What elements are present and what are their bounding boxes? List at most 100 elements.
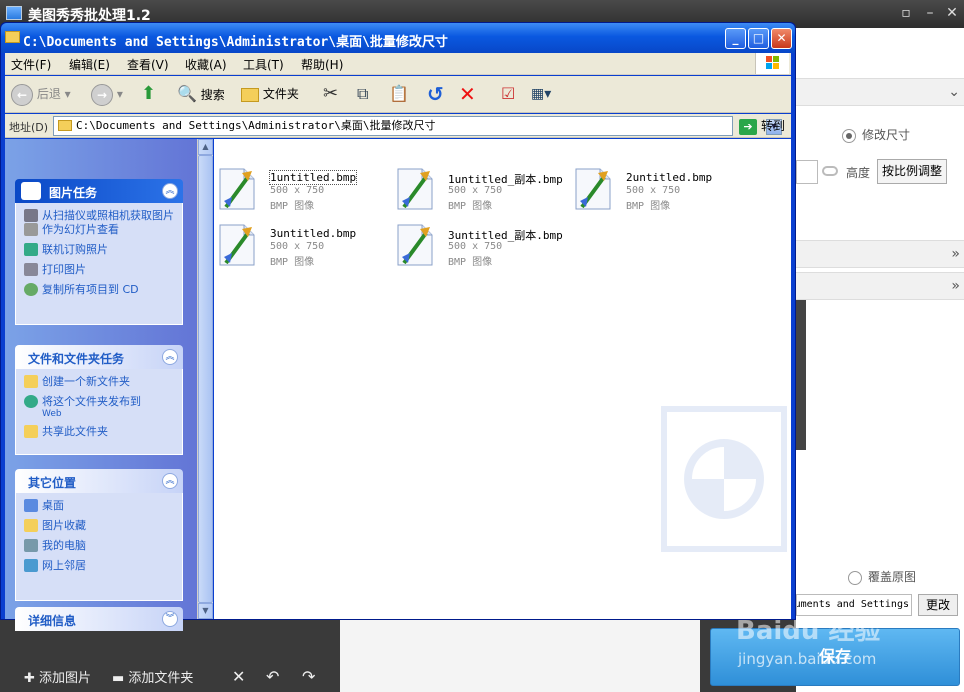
panel-body: 创建一个新文件夹 将这个文件夹发布到 Web 共享此文件夹 [15,369,183,455]
minimize-button[interactable]: _ [725,28,746,49]
task-label: 复制所有项目到 CD [42,283,139,296]
task-link[interactable]: 复制所有项目到 CD [16,283,182,297]
back-arrow-icon: ← [11,83,33,106]
rotate-right-icon[interactable]: ↷ [302,667,315,686]
task-link[interactable]: 共享此文件夹 [16,425,182,439]
menu-favorites[interactable]: 收藏(A) [185,56,227,73]
file-item[interactable]: 3untitled_副本.bmp 500 x 750 BMP 图像 [394,221,564,271]
menu-edit[interactable]: 编辑(E) [69,56,110,73]
panel-header[interactable]: 图片任务 ︽ [15,179,183,203]
overwrite-option[interactable]: 覆盖原图 [848,568,916,585]
chevron-down-icon: ⌄ [948,84,960,100]
task-link[interactable]: 打印图片 [16,263,182,277]
undo-icon[interactable]: ↺ [427,82,444,106]
go-arrow-icon: ➔ [739,118,757,135]
app-icon [6,6,22,20]
file-type: BMP 图像 [270,201,315,212]
file-item[interactable]: 1untitled.bmp 500 x 750 BMP 图像 [216,165,386,215]
network-icon [24,559,38,572]
maximize-button[interactable]: □ [748,28,769,49]
collapse-icon[interactable]: ︽ [162,183,178,199]
task-link[interactable]: 创建一个新文件夹 [16,375,182,389]
task-link[interactable]: 从扫描仪或照相机获取图片 [16,209,182,223]
up-folder-icon[interactable]: ⬆ [141,82,156,106]
task-label: 作为幻灯片查看 [42,223,119,236]
bottom-toolbar: ✚ 添加图片 ▬ 添加文件夹 ✕ ↶ ↷ [0,658,340,692]
place-label: 我的电脑 [42,539,86,552]
bmp-file-icon [397,168,433,210]
plus-icon: ✚ [24,671,40,686]
properties-icon[interactable]: ☑ [501,82,515,106]
section-header[interactable]: ⌄ [796,78,964,106]
place-link[interactable]: 我的电脑 [16,539,182,553]
file-item[interactable]: 1untitled_副本.bmp 500 x 750 BMP 图像 [394,165,564,215]
task-link[interactable]: 作为幻灯片查看 [16,223,182,237]
my-pictures-icon [24,519,38,532]
place-link[interactable]: 图片收藏 [16,519,182,533]
panel-header[interactable]: 其它位置 ︽ [15,469,183,493]
explorer-title: C:\Documents and Settings\Administrator\… [23,35,448,50]
address-input[interactable]: C:\Documents and Settings\Administrator\… [53,116,782,136]
scrollbar-thumb[interactable] [198,155,213,603]
add-images-button[interactable]: ✚ 添加图片 [24,667,91,686]
menu-view[interactable]: 查看(V) [127,56,169,73]
search-button[interactable]: 🔍 搜索 [177,82,225,106]
task-label: 将这个文件夹发布到 [42,395,141,408]
task-pane: 图片任务 ︽ 从扫描仪或照相机获取图片 作为幻灯片查看 联机订购照片 打印图片 … [5,139,197,631]
add-folder-button[interactable]: ▬ 添加文件夹 [112,667,193,686]
folder-icon [58,120,72,131]
task-link[interactable]: 联机订购照片 [16,243,182,257]
minimize-icon[interactable]: – [920,4,940,22]
panel-header[interactable]: 详细信息 ︾ [15,607,183,631]
file-type: BMP 图像 [270,257,315,268]
double-chevron-right-icon: » [951,278,960,294]
picture-icon [21,182,41,200]
section-header[interactable]: » [796,272,964,300]
paste-icon[interactable]: 📋 [389,82,409,106]
menu-help[interactable]: 帮助(H) [301,56,343,73]
width-field[interactable] [796,160,818,184]
menu-file[interactable]: 文件(F) [11,56,51,73]
link-icon[interactable] [822,166,838,176]
file-item[interactable]: 2untitled.bmp 500 x 750 BMP 图像 [572,165,742,215]
folders-button[interactable]: 文件夹 [241,82,299,106]
collapse-icon[interactable]: ︽ [162,473,178,489]
close-icon[interactable]: ✕ [942,4,962,22]
task-pane-scrollbar[interactable]: ▲ ▼ [197,139,213,619]
views-icon[interactable]: ▦▾ [531,82,551,106]
cut-icon[interactable]: ✂ [323,82,338,106]
task-label: 共享此文件夹 [42,425,108,438]
place-link[interactable]: 网上邻居 [16,559,182,573]
ratio-adjust-button[interactable]: 按比例调整 [877,159,947,184]
file-item[interactable]: 3untitled.bmp 500 x 750 BMP 图像 [216,221,386,271]
rotate-left-icon[interactable]: ↶ [266,667,279,686]
new-folder-icon [24,375,38,388]
menu-icon[interactable]: ▫ [896,4,916,22]
expand-icon[interactable]: ︾ [162,611,178,627]
explorer-titlebar[interactable]: C:\Documents and Settings\Administrator\… [1,23,795,53]
change-path-button[interactable]: 更改 [918,594,958,616]
radio-button[interactable] [842,128,856,143]
folder-icon [5,31,20,43]
copy-icon[interactable]: ⧉ [357,82,368,106]
go-button[interactable]: ➔ 转到 [739,116,785,136]
folders-label: 文件夹 [262,87,299,101]
scroll-down-icon[interactable]: ▼ [198,603,213,619]
section-header[interactable]: » [796,240,964,268]
task-link[interactable]: 将这个文件夹发布到 Web [16,395,182,419]
panel-title: 详细信息 [28,614,77,628]
resize-option[interactable]: 修改尺寸 [842,126,910,143]
panel-title: 文件和文件夹任务 [28,352,125,366]
menu-tools[interactable]: 工具(T) [243,56,284,73]
back-button[interactable]: ← 后退 ▾ [11,82,71,106]
panel-header[interactable]: 文件和文件夹任务 ︽ [15,345,183,369]
file-dimensions: 500 x 750 [448,185,503,196]
collapse-icon[interactable]: ︽ [162,349,178,365]
delete-icon[interactable]: ✕ [459,82,476,106]
place-link[interactable]: 桌面 [16,499,182,513]
forward-button[interactable]: → ▾ [91,82,123,106]
radio-button[interactable] [848,570,862,585]
close-button[interactable]: ✕ [771,28,792,49]
scroll-up-icon[interactable]: ▲ [198,139,213,155]
delete-icon[interactable]: ✕ [232,667,245,686]
